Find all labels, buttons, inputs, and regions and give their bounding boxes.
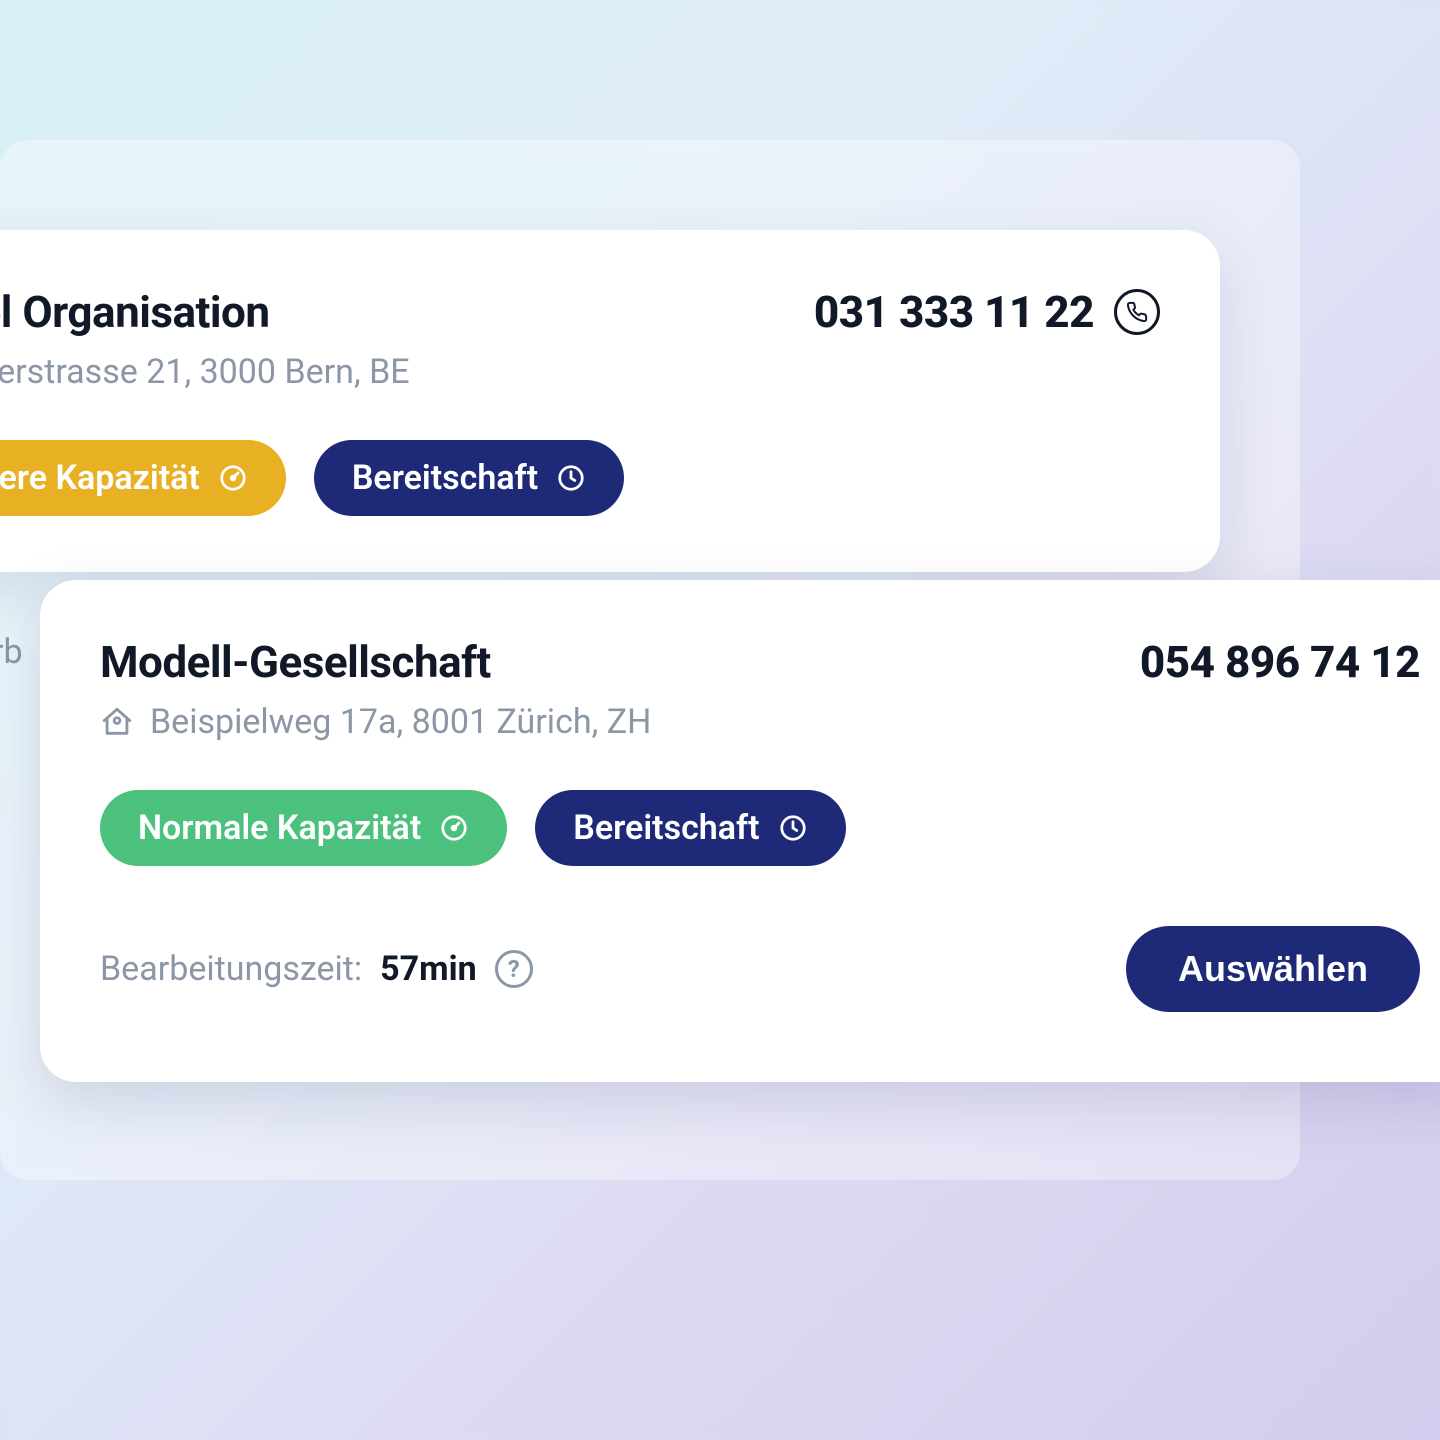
clock-icon	[778, 813, 808, 843]
readiness-label: Bereitschaft	[573, 808, 759, 848]
capacity-badge-normal: Normale Kapazität	[100, 790, 507, 866]
phone-number: 054 896 74 12	[1140, 636, 1420, 688]
organization-card-2: Modell-Gesellschaft 054 896 74 12 Beispi…	[40, 580, 1440, 1082]
pill-row: Normale Kapazität Bereitschaft	[100, 790, 1420, 866]
gauge-icon	[439, 813, 469, 843]
processing-row: Bearbeitungszeit: 57min ? Auswählen	[100, 926, 1420, 1012]
organization-card-1: spiel Organisation 031 333 11 22 Musters…	[0, 230, 1220, 572]
readiness-badge: Bereitschaft	[535, 790, 845, 866]
processing-label: Bearbeitungszeit:	[100, 949, 362, 989]
address-row: Beispielweg 17a, 8001 Zürich, ZH	[100, 702, 1420, 742]
card-header: Modell-Gesellschaft 054 896 74 12	[100, 636, 1420, 688]
phone-wrap: 031 333 11 22	[814, 286, 1160, 338]
capacity-label: ittlere Kapazität	[0, 458, 200, 498]
gauge-icon	[218, 463, 248, 493]
readiness-label: Bereitschaft	[352, 458, 538, 498]
phone-number: 031 333 11 22	[814, 286, 1094, 338]
home-icon	[100, 705, 134, 739]
processing-text: Bearbeitungszeit: 57min ?	[100, 949, 533, 989]
clock-icon	[556, 463, 586, 493]
address-row: Musterstrasse 21, 3000 Bern, BE	[0, 352, 1160, 392]
phone-icon[interactable]	[1114, 289, 1160, 335]
address-text: Beispielweg 17a, 8001 Zürich, ZH	[150, 702, 651, 742]
organization-name: Modell-Gesellschaft	[100, 636, 491, 688]
select-button[interactable]: Auswählen	[1126, 926, 1420, 1012]
capacity-label: Normale Kapazität	[138, 808, 421, 848]
help-icon[interactable]: ?	[495, 950, 533, 988]
organization-name: spiel Organisation	[0, 286, 270, 338]
phone-wrap: 054 896 74 12	[1140, 636, 1420, 688]
processing-value: 57min	[380, 949, 477, 989]
card-header: spiel Organisation 031 333 11 22	[0, 286, 1160, 338]
address-text: Musterstrasse 21, 3000 Bern, BE	[0, 352, 410, 392]
readiness-badge: Bereitschaft	[314, 440, 624, 516]
clipped-text-fragment: rb	[0, 632, 23, 672]
pill-row: ittlere Kapazität Bereitschaft	[0, 440, 1160, 516]
capacity-badge-medium: ittlere Kapazität	[0, 440, 286, 516]
